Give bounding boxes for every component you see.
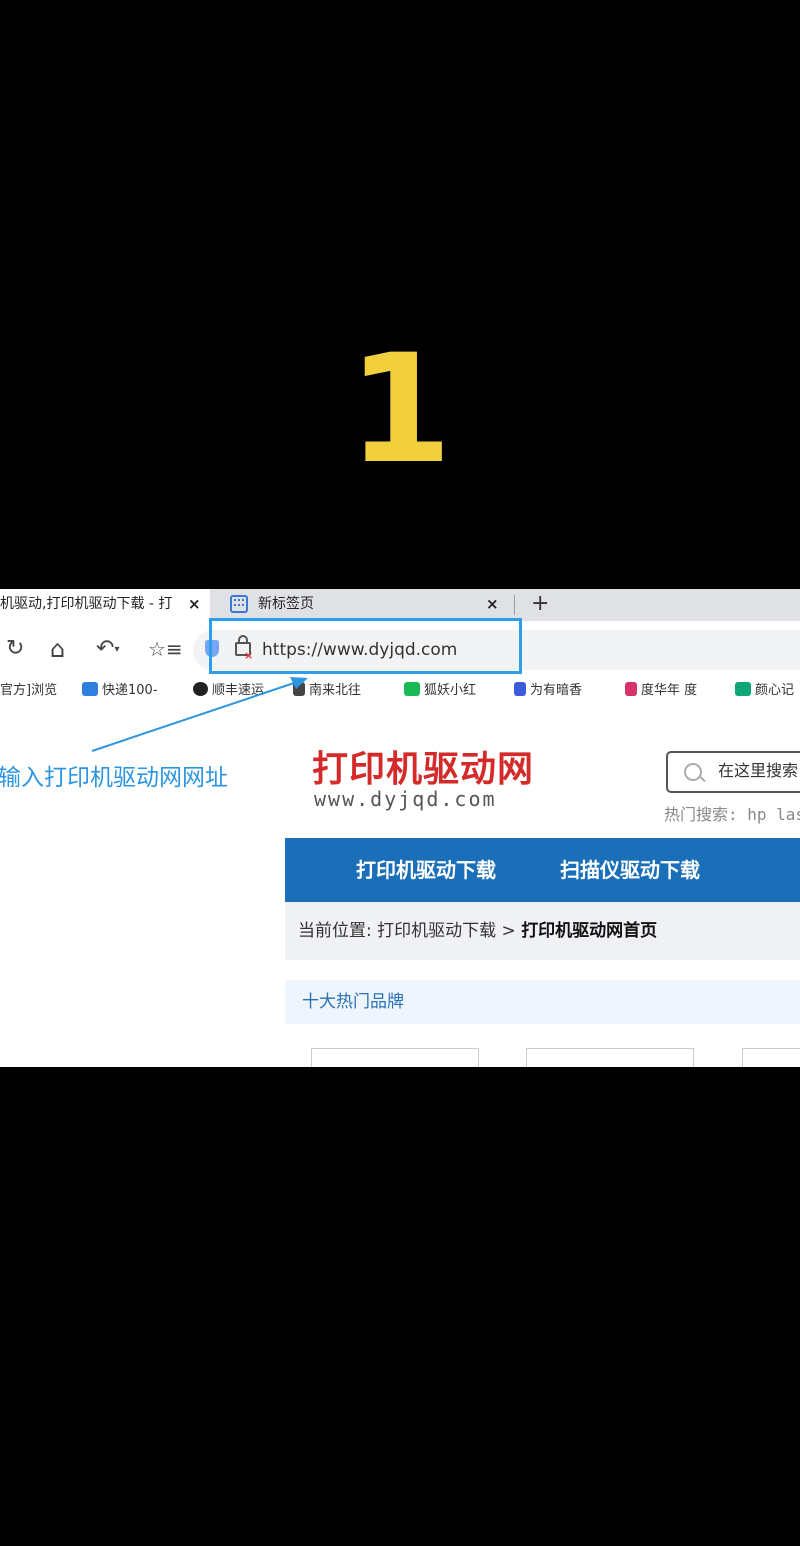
step-number: 1 — [347, 323, 453, 497]
annotation-text: 输入打印机驱动网网址 — [0, 765, 228, 791]
section-title: 十大热门品牌 — [302, 992, 404, 1012]
search-icon — [684, 763, 702, 781]
nav-printer-drivers[interactable]: 打印机驱动下载 — [356, 854, 496, 886]
brand-card[interactable] — [311, 1048, 479, 1067]
brand-card[interactable] — [526, 1048, 694, 1067]
nav-scanner-drivers[interactable]: 扫描仪驱动下载 — [560, 854, 700, 886]
brands-panel-header: 十大热门品牌 — [285, 980, 800, 1024]
hot-search[interactable]: 热门搜索: hp las — [664, 804, 800, 826]
browser-screenshot: 机驱动,打印机驱动下载 - 打 × 新标签页 × + ↻ ⌂ ↶▾ ☆≡ × h… — [0, 589, 800, 1067]
main-nav: 打印机驱动下载 扫描仪驱动下载 — [285, 838, 800, 902]
site-logo-url: www.dyjqd.com — [314, 787, 497, 811]
brand-card[interactable] — [742, 1048, 800, 1067]
breadcrumb: 当前位置: 打印机驱动下载 > 打印机驱动网首页 — [285, 902, 800, 960]
search-placeholder: 在这里搜索 — [718, 761, 799, 780]
site-logo[interactable]: 打印机驱动网 — [312, 747, 534, 791]
breadcrumb-prefix[interactable]: 当前位置: 打印机驱动下载 > — [298, 921, 521, 941]
breadcrumb-current: 打印机驱动网首页 — [521, 921, 658, 941]
search-input[interactable]: 在这里搜索 — [666, 751, 800, 793]
